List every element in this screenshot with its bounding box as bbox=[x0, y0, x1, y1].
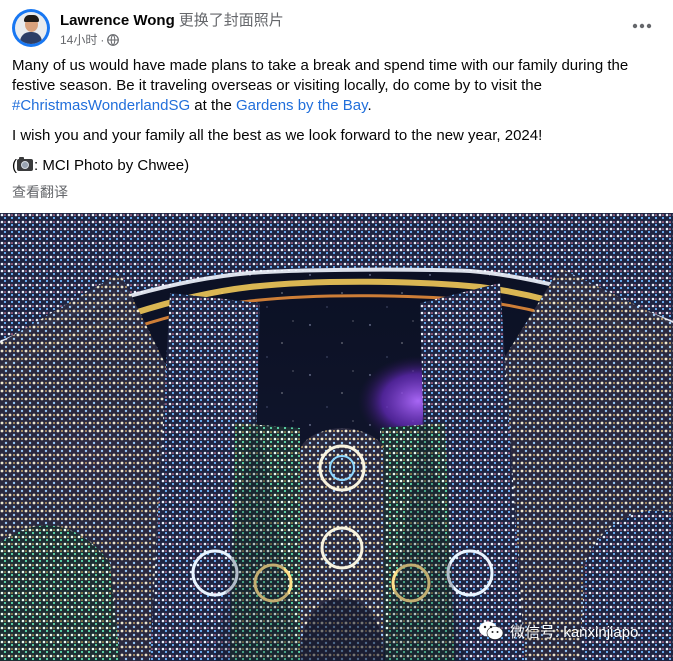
post-meta: 14小时 · bbox=[60, 31, 120, 48]
meta-separator: · bbox=[100, 32, 105, 47]
author-line: Lawrence Wong 更换了封面照片 bbox=[60, 9, 284, 30]
post-text: Many of us would have made plans to take… bbox=[12, 56, 652, 186]
avatar-photo bbox=[15, 12, 47, 44]
avatar-shoulders bbox=[20, 32, 42, 44]
more-options-button[interactable] bbox=[628, 12, 656, 40]
post-timestamp[interactable]: 14小时 bbox=[60, 31, 97, 48]
camera-icon bbox=[17, 157, 33, 171]
hashtag-link[interactable]: #ChristmasWonderlandSG bbox=[12, 97, 190, 114]
paragraph-1-middle: at the bbox=[190, 97, 237, 114]
photo-credit: (: MCI Photo by Chwee) bbox=[12, 156, 652, 176]
credit-text: : MCI Photo by Chwee) bbox=[34, 157, 190, 174]
post-action-text: 更换了封面照片 bbox=[178, 12, 284, 29]
wechat-watermark: 微信号: kanxinjiapo bbox=[478, 620, 638, 642]
avatar[interactable] bbox=[12, 9, 50, 47]
watermark-text: 微信号: kanxinjiapo bbox=[510, 623, 639, 641]
place-link[interactable]: Gardens by the Bay bbox=[236, 97, 367, 114]
avatar-hair bbox=[24, 15, 39, 22]
wechat-icon bbox=[479, 621, 504, 640]
paragraph-1-text: Many of us would have made plans to take… bbox=[12, 57, 629, 94]
see-translation-link[interactable]: 查看翻译 bbox=[12, 182, 68, 202]
post-header: Lawrence Wong 更换了封面照片 14小时 · bbox=[0, 0, 673, 52]
post-paragraph-2: I wish you and your family all the best … bbox=[12, 127, 543, 144]
cover-photo[interactable]: 微信号: kanxinjiapo bbox=[0, 213, 673, 661]
globe-icon[interactable] bbox=[107, 33, 120, 46]
light-tunnel-illustration bbox=[0, 213, 673, 661]
post-paragraph-1: Many of us would have made plans to take… bbox=[12, 56, 652, 116]
author-name[interactable]: Lawrence Wong bbox=[60, 12, 175, 29]
more-horizontal-icon bbox=[632, 23, 652, 29]
paragraph-1-end: . bbox=[367, 97, 372, 114]
